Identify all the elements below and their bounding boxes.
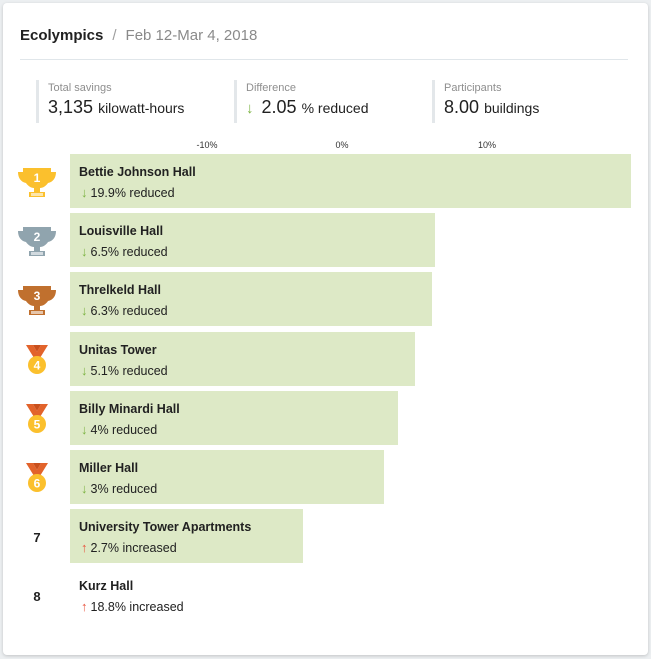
svg-text:2: 2: [34, 230, 41, 244]
change-label: ↓ 4% reduced: [81, 422, 157, 437]
stat-label: Total savings: [48, 82, 112, 94]
arrow-down-icon: ↓: [81, 303, 88, 319]
stat-participants: Participants 8.00 buildings: [432, 80, 539, 123]
change-label: ↓ 19.9% reduced: [81, 185, 175, 200]
change-label: ↓ 6.3% reduced: [81, 303, 168, 318]
arrow-up-icon: ↑: [81, 599, 88, 615]
building-name: Billy Minardi Hall: [79, 401, 180, 416]
stat-difference: Difference ↓ 2.05 % reduced: [234, 80, 369, 123]
change-label: ↑ 2.7% increased: [81, 540, 177, 555]
stat-label: Difference: [246, 82, 296, 94]
medal-icon: 6: [17, 458, 57, 498]
change-text: 3% reduced: [90, 482, 158, 496]
arrow-down-icon: ↓: [81, 421, 88, 437]
date-range: Feb 12-Mar 4, 2018: [125, 27, 258, 44]
leaderboard-row: 1 Bettie Johnson Hall ↓ 19.9% reduced: [3, 154, 648, 208]
medal-icon: 5: [17, 399, 57, 439]
stat-unit: % reduced: [301, 100, 369, 116]
leaderboard-row: 6 Miller Hall ↓ 3% reduced: [3, 450, 648, 504]
leaderboard-row: 7 University Tower Apartments ↑ 2.7% increa…: [3, 509, 648, 564]
medal-icon: 4: [17, 340, 57, 380]
trophy-silver-icon: 2: [17, 221, 57, 261]
leaderboard-row: 2 Louisville Hall ↓ 6.5% reduced: [3, 213, 648, 268]
svg-text:4: 4: [34, 358, 41, 372]
leaderboard-row: 8 Kurz Hall ↑ 18.8% increased: [3, 568, 648, 622]
leaderboard-row: 4 Unitas Tower ↓ 5.1% reduced: [3, 331, 648, 386]
arrow-up-icon: ↑: [81, 540, 88, 556]
stat-total-savings: Total savings 3,135 kilowatt-hours: [36, 80, 184, 123]
competition-title: Ecolympics: [20, 27, 104, 44]
tick-label: -10%: [196, 140, 218, 150]
rank-number: 8: [33, 588, 41, 604]
leaderboard-row: 5 Billy Minardi Hall ↓ 4% reduced: [3, 390, 648, 445]
svg-text:5: 5: [34, 417, 41, 431]
ecolympics-card: Ecolympics / Feb 12-Mar 4, 2018 Total savi…: [3, 3, 648, 655]
rank-number: 7: [33, 529, 41, 545]
change-text: 18.8% increased: [90, 600, 184, 615]
svg-text:6: 6: [34, 477, 41, 491]
stat-unit: buildings: [484, 100, 540, 116]
header-divider: [20, 59, 628, 60]
change-text: 5.1% reduced: [90, 363, 168, 378]
change-label: ↓ 3% reduced: [81, 481, 157, 496]
building-name: Bettie Johnson Hall: [79, 165, 196, 179]
stat-label: Participants: [444, 82, 502, 94]
arrow-down-icon: ↓: [81, 481, 88, 496]
stat-value: 8.00: [444, 97, 480, 117]
stat-value: 2.05: [261, 97, 297, 117]
building-name: Threlkeld Hall: [79, 283, 161, 298]
trophy-bronze-icon: 3: [17, 280, 57, 320]
card-header: Ecolympics / Feb 12-Mar 4, 2018: [20, 27, 257, 44]
change-label: ↓ 6.5% reduced: [81, 244, 168, 259]
change-text: 6.5% reduced: [90, 245, 168, 260]
breadcrumb-separator: /: [112, 27, 117, 44]
svg-text:1: 1: [34, 171, 41, 185]
arrow-down-icon: ↓: [246, 100, 254, 117]
arrow-down-icon: ↓: [81, 244, 88, 260]
leaderboard-row: 3 Threlkeld Hall ↓ 6.3% reduced: [3, 272, 648, 327]
arrow-down-icon: ↓: [81, 185, 88, 200]
change-text: 2.7% increased: [90, 541, 177, 556]
tick-label: 0%: [335, 140, 349, 150]
change-text: 4% reduced: [90, 422, 158, 437]
change-label: ↓ 5.1% reduced: [81, 363, 168, 378]
change-text: 19.9% reduced: [90, 186, 175, 200]
building-name: University Tower Apartments: [79, 520, 252, 535]
change-label: ↑ 18.8% increased: [81, 599, 184, 614]
arrow-down-icon: ↓: [81, 362, 88, 378]
stat-unit: kilowatt-hours: [98, 100, 185, 116]
tick-label: 10%: [477, 140, 497, 150]
svg-text:3: 3: [34, 289, 41, 303]
stat-value: 3,135: [48, 97, 94, 117]
change-text: 6.3% reduced: [90, 304, 168, 319]
building-name: Louisville Hall: [79, 224, 164, 239]
building-name: Unitas Tower: [79, 342, 157, 357]
trophy-gold-icon: 1: [17, 162, 57, 202]
building-name: Miller Hall: [79, 461, 139, 475]
building-name: Kurz Hall: [79, 579, 134, 594]
